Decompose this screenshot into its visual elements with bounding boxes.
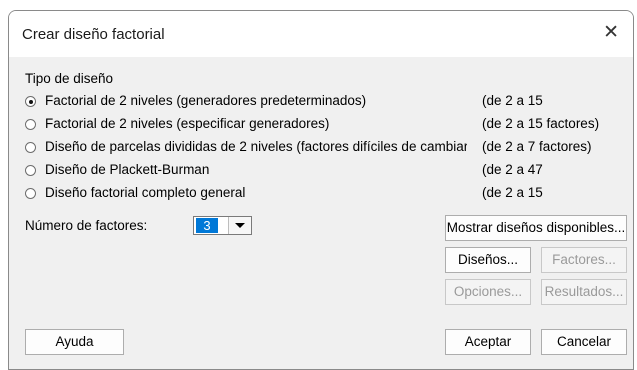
- number-of-factors-label: Número de factores:: [25, 218, 148, 233]
- results-button[interactable]: Resultados...: [541, 279, 627, 305]
- design-option-label: Factorial de 2 niveles (generadores pred…: [45, 93, 367, 108]
- number-of-factors-value: 3: [196, 218, 218, 233]
- options-button[interactable]: Opciones...: [445, 279, 531, 305]
- show-available-designs-button[interactable]: Mostrar diseños disponibles...: [445, 215, 627, 241]
- design-option-range: (de 2 a 15 factores): [482, 116, 600, 131]
- factors-button[interactable]: Factores...: [541, 247, 627, 273]
- create-factorial-design-dialog: Crear diseño factorial ✕ Tipo de diseño …: [8, 10, 634, 370]
- radio-button-selected[interactable]: [25, 96, 36, 107]
- radio-button[interactable]: [25, 165, 36, 176]
- chevron-down-icon[interactable]: [228, 217, 251, 234]
- design-option-label: Diseño de parcelas divididas de 2 nivele…: [45, 139, 467, 154]
- dialog-title: Crear diseño factorial: [22, 26, 165, 43]
- design-option-label: Factorial de 2 niveles (especificar gene…: [45, 116, 330, 131]
- design-option-range: (de 2 a 15: [482, 93, 543, 108]
- cancel-button[interactable]: Cancelar: [541, 329, 627, 355]
- design-option-range: (de 2 a 7 factores): [482, 139, 592, 154]
- title-bar: Crear diseño factorial ✕: [9, 11, 633, 57]
- design-type-label: Tipo de diseño: [25, 71, 114, 86]
- design-option-range: (de 2 a 15: [482, 185, 543, 200]
- close-icon[interactable]: ✕: [603, 23, 619, 42]
- radio-button[interactable]: [25, 142, 36, 153]
- design-option-split-plot[interactable]: Diseño de parcelas divididas de 2 nivele…: [25, 139, 467, 157]
- help-button[interactable]: Ayuda: [25, 329, 124, 355]
- design-option-label: Diseño factorial completo general: [45, 185, 246, 200]
- design-option-label: Diseño de Plackett-Burman: [45, 162, 210, 177]
- number-of-factors-dropdown[interactable]: 3: [193, 216, 252, 235]
- ok-button[interactable]: Aceptar: [445, 329, 531, 355]
- radio-button[interactable]: [25, 119, 36, 130]
- designs-button[interactable]: Diseños...: [445, 247, 531, 273]
- radio-button[interactable]: [25, 188, 36, 199]
- design-option-range: (de 2 a 47: [482, 162, 543, 177]
